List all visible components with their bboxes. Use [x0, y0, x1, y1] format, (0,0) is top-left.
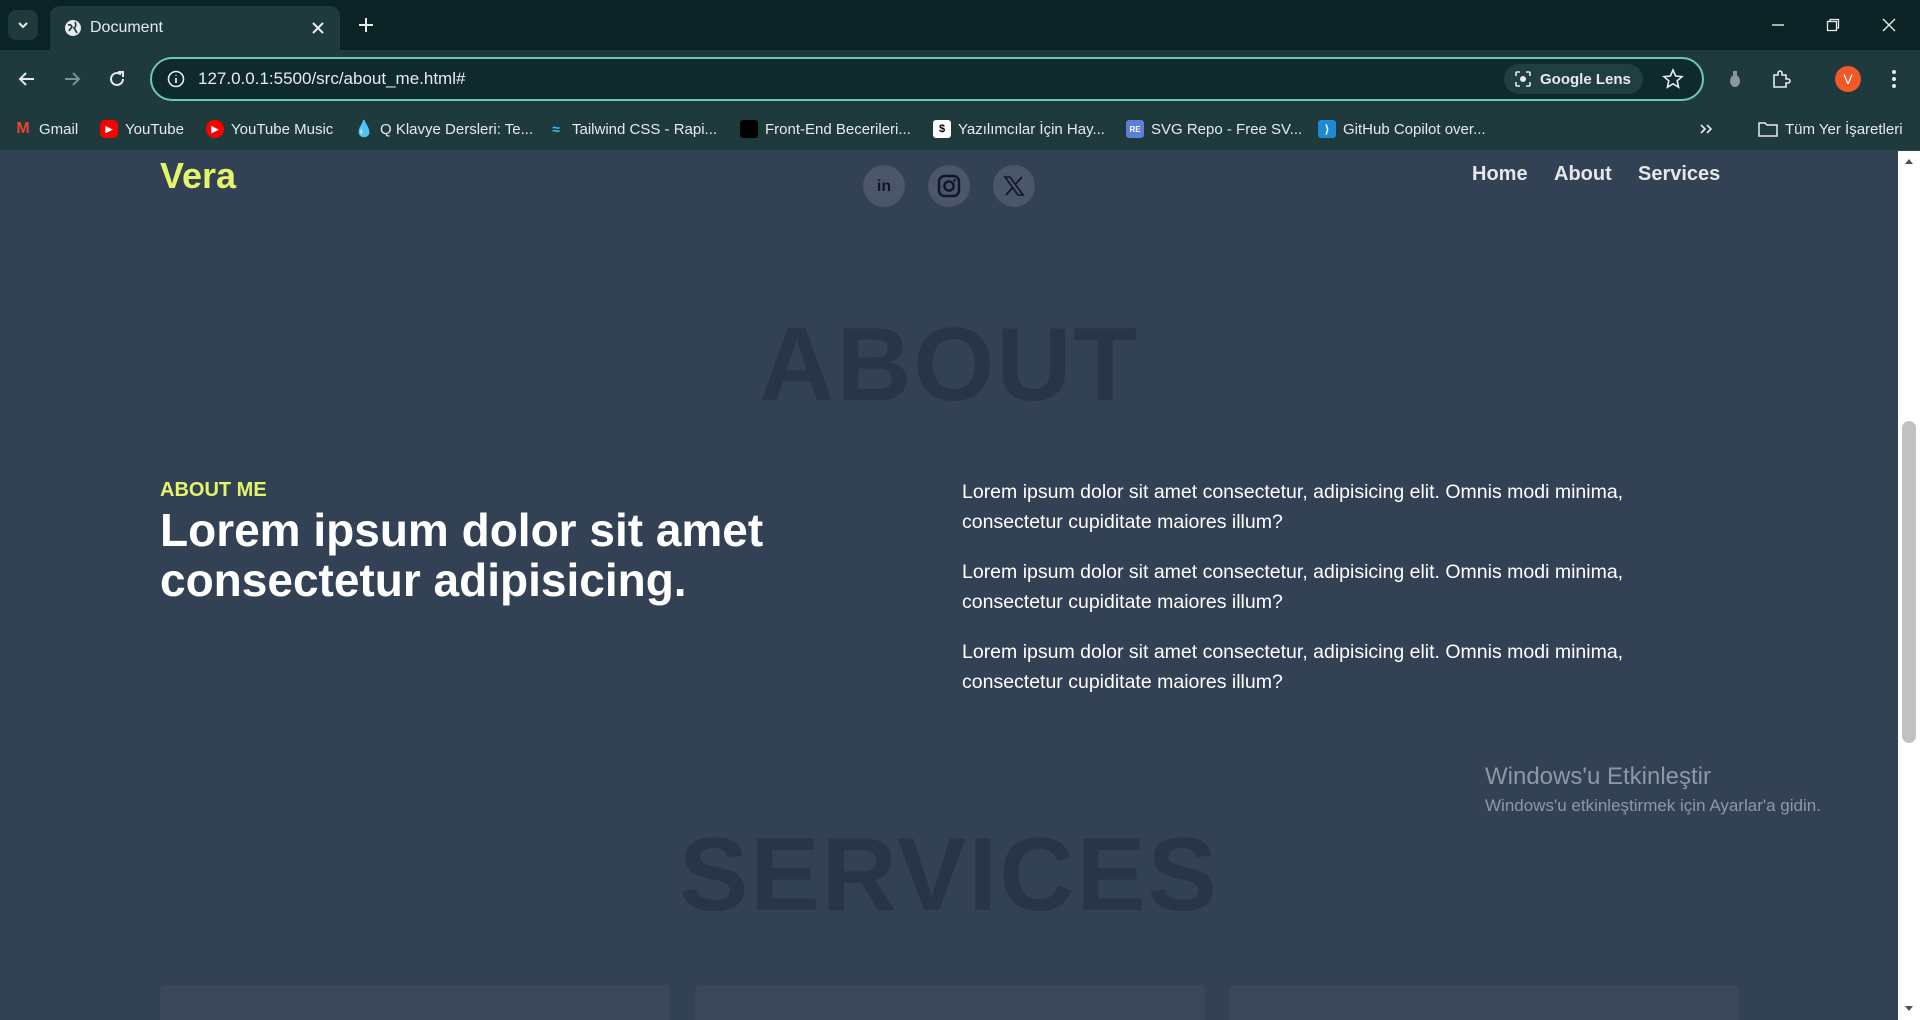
- nav-home[interactable]: Home: [1472, 163, 1528, 186]
- vscode-icon: ⟩: [1318, 120, 1336, 138]
- globe-icon: [65, 20, 81, 36]
- close-window-button[interactable]: [1873, 10, 1905, 40]
- about-paragraph: Lorem ipsum dolor sit amet consectetur, …: [962, 561, 1624, 613]
- restore-icon: [1826, 18, 1840, 32]
- service-card[interactable]: [1229, 985, 1739, 1020]
- browser-tab-bar: Document: [0, 0, 1920, 50]
- page-viewport: Vera in Home About Services ABOUT ABOUT …: [0, 151, 1898, 1020]
- windows-activation-subtitle: Windows'u etkinleştirmek için Ayarlar'a …: [1485, 796, 1821, 815]
- info-icon[interactable]: [166, 69, 186, 89]
- lens-label: Google Lens: [1540, 70, 1631, 88]
- browser-toolbar: Google Lens V: [0, 50, 1920, 108]
- double-chevron-right-icon: [1700, 124, 1713, 134]
- about-section-heading: ABOUT: [759, 307, 1139, 423]
- browser-menu-button[interactable]: [1881, 66, 1907, 92]
- bookmark-gmail[interactable]: M Gmail: [14, 118, 78, 140]
- more-vertical-icon: [1892, 70, 1896, 88]
- instagram-icon: [937, 174, 961, 198]
- bookmark-youtube-music[interactable]: ▶ YouTube Music: [206, 118, 333, 140]
- tab-search-button[interactable]: [8, 10, 38, 40]
- extension-button[interactable]: [1722, 66, 1748, 92]
- about-title: Lorem ipsum dolor sit amet consectetur a…: [160, 504, 764, 606]
- page-scrollbar[interactable]: [1898, 151, 1920, 1020]
- bookmark-copilot[interactable]: ⟩ GitHub Copilot over...: [1318, 118, 1486, 140]
- puzzle-icon: [1773, 70, 1791, 88]
- bookmark-yazilimcilar[interactable]: $ Yazılımcılar İçin Hay...: [933, 118, 1105, 140]
- dollar-icon: $: [933, 120, 951, 138]
- bookmark-label: Tailwind CSS - Rapi...: [572, 120, 718, 138]
- minimize-button[interactable]: [1762, 10, 1794, 40]
- bookmark-youtube[interactable]: ▶ YouTube: [100, 118, 184, 140]
- extensions-menu-button[interactable]: [1768, 66, 1794, 92]
- folder-icon: [1758, 122, 1778, 137]
- scrollbar-thumb[interactable]: [1902, 421, 1916, 743]
- service-card[interactable]: [695, 985, 1205, 1020]
- address-bar[interactable]: Google Lens: [150, 57, 1704, 101]
- browser-tab[interactable]: Document: [50, 6, 340, 50]
- reload-icon: [110, 71, 124, 86]
- instagram-link[interactable]: [928, 165, 970, 207]
- about-paragraph: Lorem ipsum dolor sit amet consectetur, …: [962, 481, 1624, 533]
- arrow-left-icon: [18, 72, 34, 86]
- chevron-down-icon: [18, 22, 28, 29]
- scroll-down-arrow[interactable]: [1903, 1003, 1915, 1015]
- tailwind-icon: ≈: [552, 121, 560, 137]
- youtube-icon: ▶: [100, 120, 118, 138]
- new-tab-icon[interactable]: [355, 14, 377, 36]
- svg-text:in: in: [877, 178, 891, 195]
- x-icon: [1003, 176, 1025, 196]
- x-twitter-link[interactable]: [993, 165, 1035, 207]
- all-bookmarks-button[interactable]: Tüm Yer İşaretleri: [1758, 118, 1903, 140]
- bookmark-label: YouTube Music: [231, 120, 334, 138]
- restore-button[interactable]: [1817, 10, 1849, 40]
- back-button[interactable]: [14, 66, 40, 92]
- svgrepo-icon: RE: [1126, 120, 1144, 138]
- bookmark-svgrepo[interactable]: RE SVG Repo - Free SV...: [1126, 118, 1302, 140]
- linkedin-icon: in: [877, 178, 891, 195]
- youtube-music-icon: ▶: [206, 120, 224, 138]
- about-me-kicker: ABOUT ME: [160, 479, 267, 501]
- drop-icon: 💧: [354, 121, 374, 138]
- windows-activation-title: Windows'u Etkinleştir: [1485, 763, 1711, 790]
- scroll-up-arrow[interactable]: [1903, 155, 1915, 167]
- bookmark-tailwind[interactable]: ≈ Tailwind CSS - Rapi...: [547, 118, 717, 140]
- triangle-down-icon: [1905, 1006, 1913, 1011]
- forward-button[interactable]: [59, 66, 85, 92]
- google-lens-button[interactable]: Google Lens: [1504, 64, 1643, 94]
- services-section-heading: SERVICES: [678, 817, 1220, 933]
- bookmark-label: Yazılımcılar İçin Hay...: [958, 120, 1105, 138]
- brand-logo[interactable]: Vera: [160, 155, 236, 197]
- lens-icon: [1515, 71, 1531, 87]
- triangle-up-icon: [1905, 159, 1913, 164]
- bookmark-label: GitHub Copilot over...: [1343, 120, 1486, 138]
- service-card[interactable]: [160, 985, 670, 1020]
- bookmarks-bar: M Gmail ▶ YouTube ▶ YouTube Music 💧 Q Kl…: [0, 108, 1920, 151]
- url-input[interactable]: [198, 59, 1098, 99]
- nav-services[interactable]: Services: [1638, 163, 1720, 186]
- about-paragraph: Lorem ipsum dolor sit amet consectetur, …: [962, 641, 1624, 693]
- gmail-icon: M: [16, 120, 30, 137]
- bookmark-label: SVG Repo - Free SV...: [1151, 120, 1303, 138]
- bookmark-label: YouTube: [125, 120, 184, 138]
- bookmark-klavye[interactable]: 💧 Q Klavye Dersleri: Te...: [354, 118, 534, 140]
- linkedin-link[interactable]: in: [863, 165, 905, 207]
- close-icon: [1882, 18, 1896, 32]
- bookmark-label: Gmail: [39, 120, 79, 138]
- profile-avatar[interactable]: V: [1835, 66, 1861, 92]
- close-icon[interactable]: [308, 18, 328, 38]
- arrow-right-icon: [65, 72, 81, 86]
- bookmark-frontend[interactable]: Front-End Becerileri...: [740, 118, 911, 140]
- bookmark-label: Front-End Becerileri...: [765, 120, 911, 138]
- reload-button[interactable]: [104, 66, 130, 92]
- frontend-icon: [740, 120, 758, 138]
- star-icon[interactable]: [1662, 68, 1684, 90]
- tab-title: Document: [90, 19, 163, 36]
- nav-about[interactable]: About: [1554, 163, 1612, 186]
- flask-icon: [1730, 71, 1740, 87]
- more-bookmarks-button[interactable]: [1698, 118, 1714, 140]
- all-bookmarks-label: Tüm Yer İşaretleri: [1785, 120, 1903, 138]
- minimize-icon: [1772, 24, 1784, 26]
- bookmark-label: Q Klavye Dersleri: Te...: [380, 120, 534, 138]
